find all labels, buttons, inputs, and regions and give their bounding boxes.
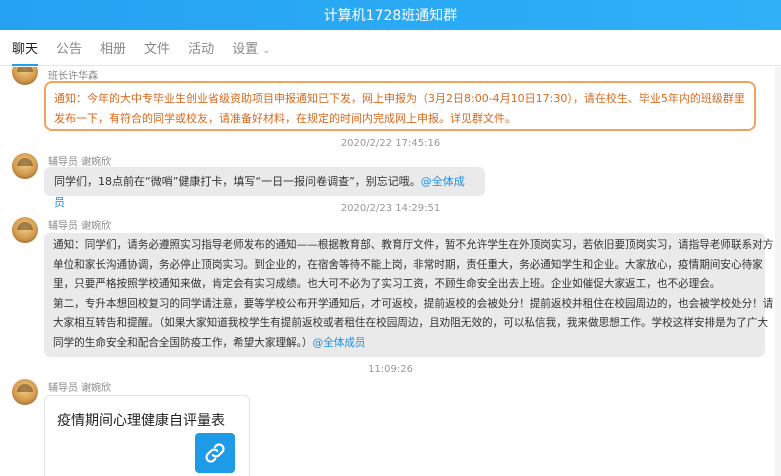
- tab-chat[interactable]: 聊天: [12, 30, 39, 66]
- message-line: 大家相互转告和提醒。（如果大家知道我校学生有提前返校或者租住在校园周边，且劝阻无…: [53, 317, 769, 329]
- chevron-down-icon: ⌄: [262, 44, 271, 56]
- message-text: 同学的生命安全和配合全国防疫工作，希望大家理解。）: [53, 336, 313, 349]
- message-line: 单位和家长沟通协调，务必停止顶岗实习。到企业的，在宿舍等待不能上岗，非常时期，责…: [53, 258, 763, 271]
- avatar-icon[interactable]: [12, 153, 38, 179]
- tab-settings[interactable]: 设置 ⌄: [232, 30, 270, 66]
- window-title-text: 计算机1728班通知群: [323, 8, 458, 24]
- timestamp: 2020/2/23 14:29:51: [340, 203, 441, 214]
- sender-name: 班长许华森: [48, 71, 98, 82]
- tab-activities-label: 活动: [188, 41, 215, 57]
- timestamp: 11:09:26: [368, 364, 413, 375]
- tab-files[interactable]: 文件: [144, 30, 170, 66]
- link-icon-glyph: [205, 443, 225, 463]
- avatar-icon[interactable]: [12, 217, 38, 243]
- scrollbar[interactable]: [775, 67, 781, 476]
- avatar-icon[interactable]: [12, 379, 38, 405]
- message-line: 通知：同学们，请务必遵照实习指导老师发布的通知——根据教育部、教育厅文件，暂不允…: [53, 239, 774, 251]
- sender-name: 辅导员 谢婉欣: [48, 221, 112, 232]
- avatar-icon[interactable]: [12, 67, 38, 85]
- tab-files-label: 文件: [144, 41, 171, 57]
- tab-activities[interactable]: 活动: [188, 30, 214, 66]
- notice-text: 通知：今年的大中专毕业生创业省级资助项目申报通知已下发，网上申报为（3月2日8:…: [54, 92, 745, 125]
- tab-bar: 聊天 公告 相册 文件 活动 设置 ⌄: [0, 30, 781, 66]
- timestamp: 2020/2/22 17:45:16: [340, 138, 441, 149]
- link-icon: [195, 433, 235, 473]
- tab-album-label: 相册: [100, 41, 127, 57]
- window-title: 计算机1728班通知群: [0, 0, 781, 30]
- tab-album[interactable]: 相册: [100, 30, 126, 66]
- notice-message[interactable]: 通知：今年的大中专毕业生创业省级资助项目申报通知已下发，网上申报为（3月2日8:…: [44, 81, 756, 131]
- sender-name: 辅导员 谢婉欣: [48, 383, 112, 394]
- chat-area[interactable]: 班长许华森 通知：今年的大中专毕业生创业省级资助项目申报通知已下发，网上申报为（…: [0, 67, 781, 476]
- mention-all[interactable]: @全体成员: [313, 337, 366, 349]
- tab-announcements-label: 公告: [56, 41, 83, 57]
- message-bubble[interactable]: 同学们，18点前在“微哨”健康打卡，填写“一日一报问卷调查”，别忘记哦。@全体成…: [44, 167, 485, 209]
- message-line: 同学的生命安全和配合全国防疫工作，希望大家理解。）@全体成员: [53, 334, 756, 354]
- link-card[interactable]: 疫情期间心理健康自评量表: [44, 395, 250, 476]
- message-line: 里，只要严格按照学校通知来做，肯定会有实习成绩。也大可不必为了实习工资，不顾生命…: [53, 278, 721, 290]
- card-title: 疫情期间心理健康自评量表: [57, 413, 225, 429]
- message-line: 第二，专升本想回校复习的同学请注意，要等学校公布开学通知后，才可返校，提前返校的…: [53, 297, 774, 310]
- message-bubble[interactable]: 通知：同学们，请务必遵照实习指导老师发布的通知——根据教育部、教育厅文件，暂不允…: [44, 233, 774, 357]
- message-text: 同学们，18点前在“微哨”健康打卡，填写“一日一报问卷调查”，别忘记哦。: [54, 175, 421, 188]
- tab-announcements[interactable]: 公告: [56, 30, 82, 66]
- tab-chat-label: 聊天: [12, 41, 39, 57]
- sender-name: 辅导员 谢婉欣: [48, 157, 112, 168]
- tab-settings-label: 设置: [232, 41, 259, 57]
